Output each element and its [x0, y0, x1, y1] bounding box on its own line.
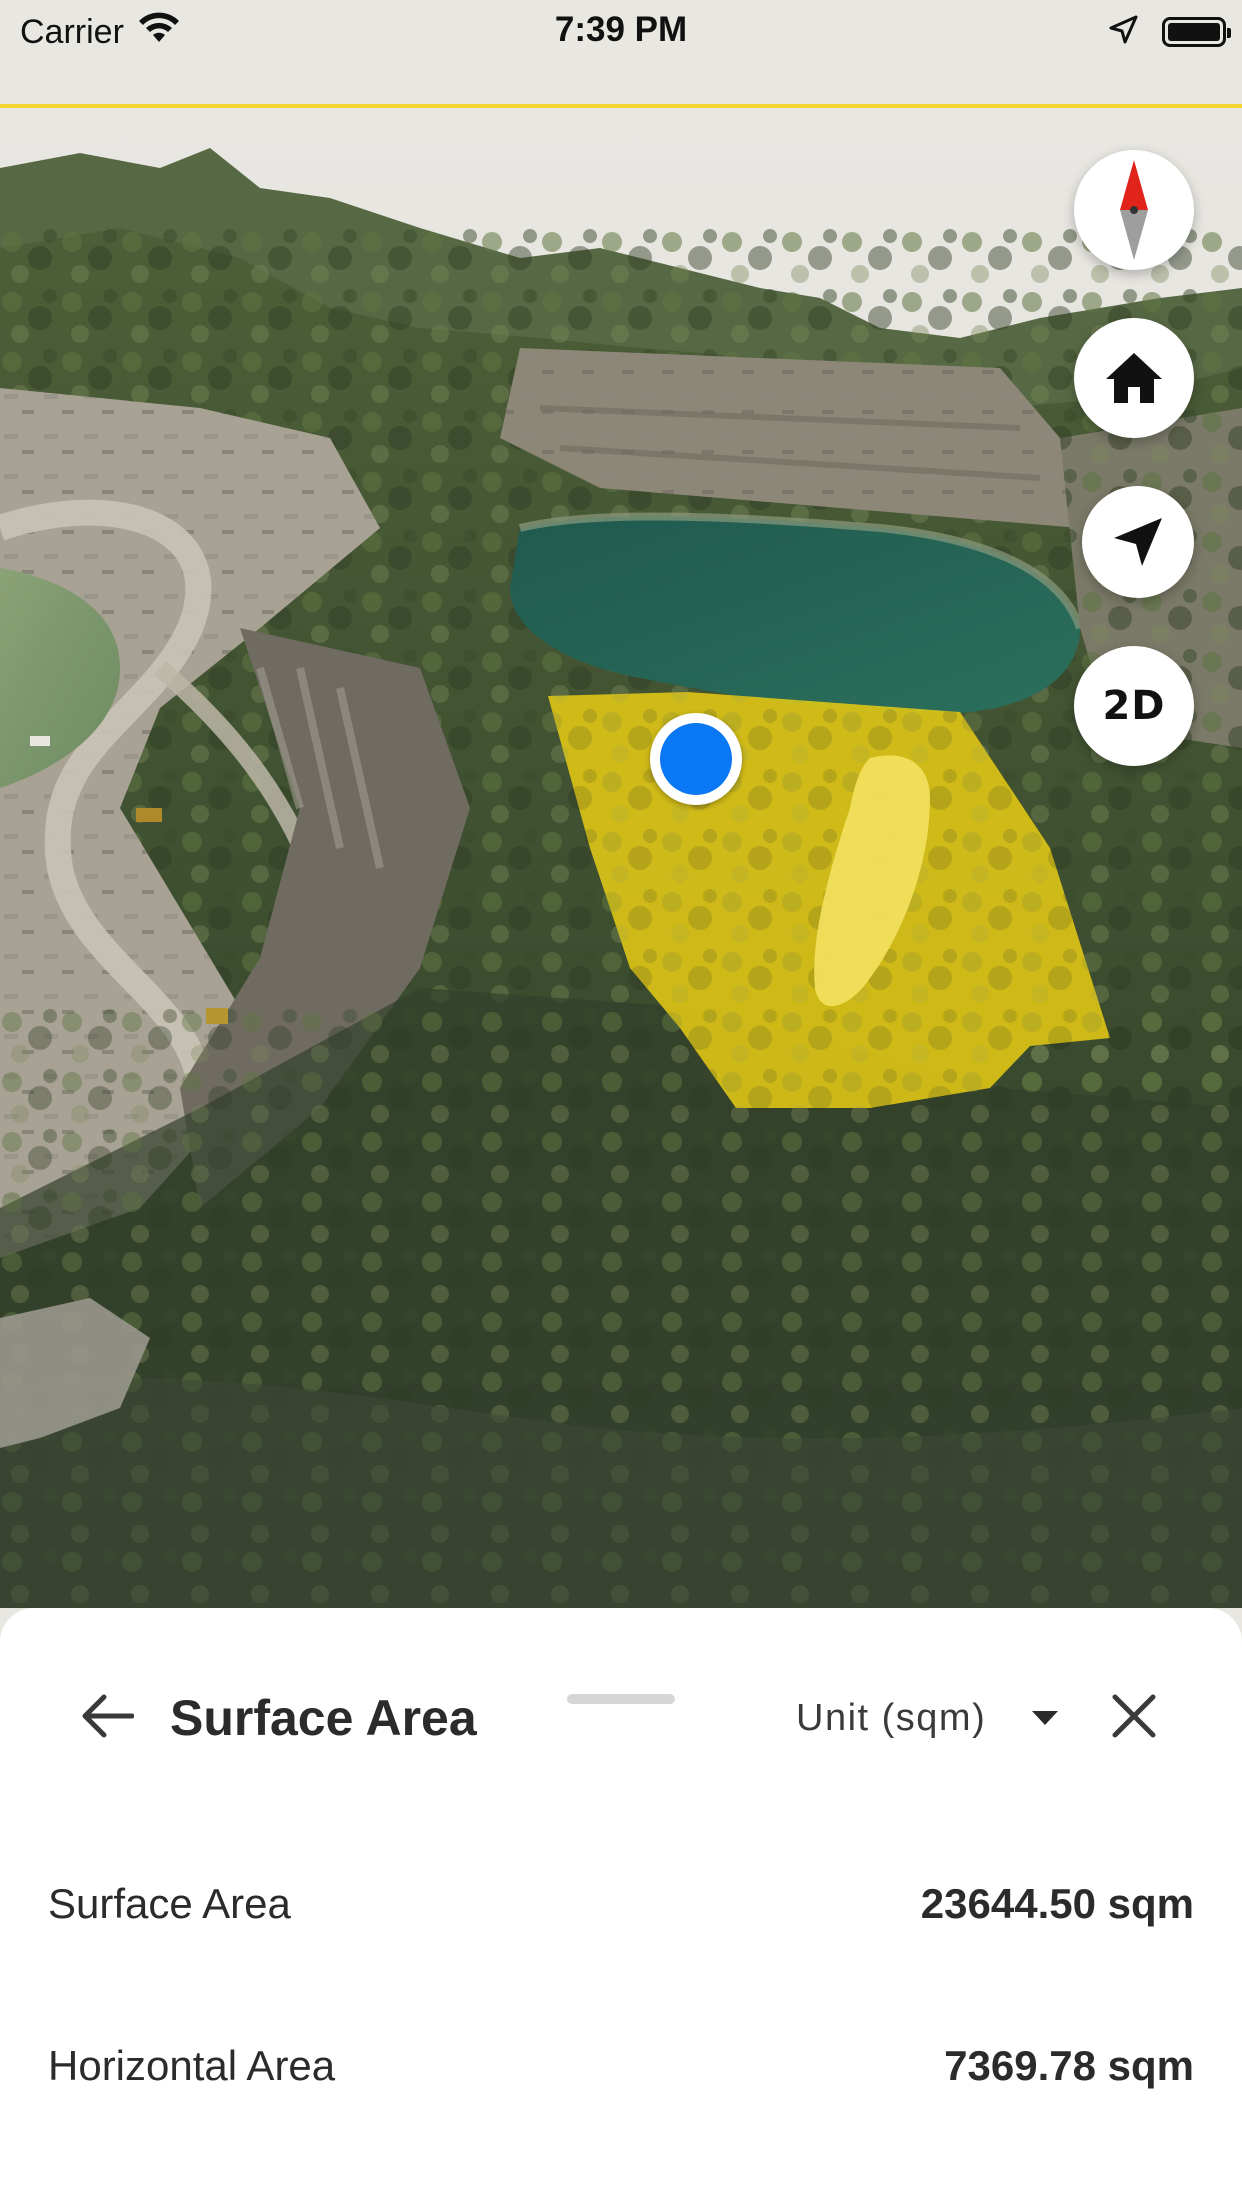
- status-time: 7:39 PM: [554, 10, 688, 49]
- locate-button[interactable]: [1082, 486, 1194, 598]
- close-button[interactable]: [1104, 1688, 1164, 1748]
- sheet-header: Surface Area Unit (sqm): [0, 1668, 1242, 1768]
- navigation-arrow-icon: [1112, 516, 1164, 568]
- view-mode-button[interactable]: 2D: [1074, 646, 1194, 766]
- measurement-label: Horizontal Area: [48, 2042, 336, 2089]
- measurement-value: 23644.50 sqm: [920, 1880, 1194, 1927]
- map-terrain: [0, 108, 1242, 1608]
- view-mode-label: 2D: [1102, 683, 1166, 729]
- compass-icon: [1114, 160, 1154, 260]
- map-3d-view[interactable]: 2D: [0, 108, 1242, 1608]
- surface-area-sheet: Surface Area Unit (sqm) Surface Area 236…: [0, 1608, 1242, 2208]
- measurement-label: Surface Area: [48, 1880, 291, 1927]
- app-screen: Carrier 7:39 PM 2D Surface Area Unit (sq…: [0, 0, 1242, 2208]
- measurement-row-surface-area: Surface Area 23644.50 sqm: [48, 1874, 1194, 1934]
- close-icon: [1112, 1694, 1156, 1743]
- unit-dropdown[interactable]: Unit (sqm): [796, 1690, 1059, 1746]
- location-arrow-icon: [1108, 15, 1138, 50]
- measurement-row-horizontal-area: Horizontal Area 7369.78 sqm: [48, 2036, 1194, 2096]
- compass-button[interactable]: [1074, 150, 1194, 270]
- arrow-left-icon: [82, 1694, 135, 1743]
- battery-icon: [1162, 17, 1231, 47]
- measurement-value: 7369.78 sqm: [944, 2042, 1194, 2089]
- unit-dropdown-label: Unit (sqm): [796, 1696, 987, 1739]
- status-bar: Carrier 7:39 PM: [0, 0, 1242, 108]
- sheet-title: Surface Area: [170, 1690, 477, 1746]
- status-right: [1108, 12, 1231, 52]
- caret-down-icon: [1032, 1711, 1059, 1725]
- current-location-dot: [650, 713, 742, 805]
- home-button[interactable]: [1074, 318, 1194, 438]
- back-button[interactable]: [78, 1690, 138, 1746]
- home-icon: [1104, 351, 1164, 405]
